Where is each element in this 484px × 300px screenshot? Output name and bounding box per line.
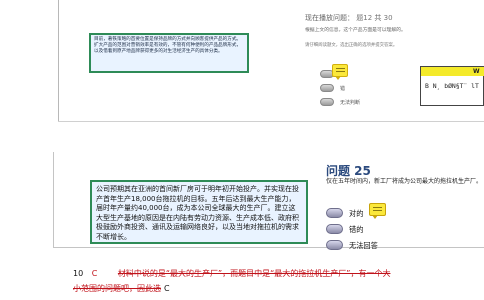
note-icon[interactable] — [369, 203, 386, 219]
answer-note-line-2: 小范围的问题吧，因此选 C — [73, 283, 170, 294]
answer-letter: C — [91, 269, 98, 278]
answer-explanation-continued: 小范围的问题吧，因此选 — [73, 284, 161, 293]
answer-note-line-1: 10 C 材料中说的是“最大的生产厂”，而题目中是“最大的拖拉机生产厂”，有一个… — [73, 268, 390, 279]
option-true-label: 对的 — [349, 209, 364, 218]
progress-of: 共 — [374, 14, 382, 22]
option-cannot-say-button[interactable] — [320, 98, 334, 106]
option-cannot-say-label: 无法判断 — [340, 100, 361, 106]
option-cannot-say-label: 无法回答 — [349, 241, 378, 250]
passage-text: 目前，著铁策略的首要位置是保持品牌的方式并向顾客提供产品的方式。扩大产品的范围对… — [94, 37, 242, 55]
question-text: 根据上文的信息，这个产品方面是可以理解的。 — [305, 28, 406, 33]
passage-text: 公司预期其在亚洲的首间新厂房可于明年初开始投产。并实现在投产首年生产18,000… — [96, 185, 299, 241]
progress-total: 30 — [383, 14, 393, 22]
option-cannot-say-button[interactable] — [326, 240, 343, 250]
answer-number: 10 — [73, 269, 84, 278]
option-true-button[interactable] — [326, 208, 343, 218]
overlay-garbled-text: B N¸ bØN§T¨ lT — [425, 82, 479, 90]
hint-text: 请仔细阅读题文，选出正确的选项并提交答案。 — [305, 43, 398, 48]
progress-current: 题12 — [356, 14, 373, 22]
option-false-label: 错的 — [349, 225, 364, 234]
passage-box: 目前，著铁策略的首要位置是保持品牌的方式并向顾客提供产品的方式。扩大产品的范围对… — [89, 33, 249, 73]
question-title: 问题 25 — [326, 164, 371, 178]
progress-label: 现在播放问题： — [305, 14, 354, 22]
overlay-header-text: W — [473, 68, 480, 75]
divider — [58, 0, 59, 122]
divider — [53, 247, 484, 248]
option-false-label: 错 — [340, 86, 346, 92]
passage-box: 公司预期其在亚洲的首间新厂房可于明年初开始投产。并实现在投产首年生产18,000… — [90, 180, 308, 244]
answer-final-letter: C — [164, 284, 170, 293]
option-false-button[interactable] — [326, 224, 343, 234]
divider — [58, 121, 484, 122]
progress-indicator: 现在播放问题： 题12 共 30 — [305, 13, 393, 23]
answer-explanation: 材料中说的是“最大的生产厂”，而题目中是“最大的拖拉机生产厂”，有一个大 — [117, 269, 391, 278]
option-false-button[interactable] — [320, 84, 334, 92]
note-icon[interactable] — [332, 64, 348, 80]
divider — [53, 152, 54, 248]
question-text: 仅在五年时间内，新工厂将成为公司最大的拖拉机生产厂。 — [326, 178, 483, 185]
